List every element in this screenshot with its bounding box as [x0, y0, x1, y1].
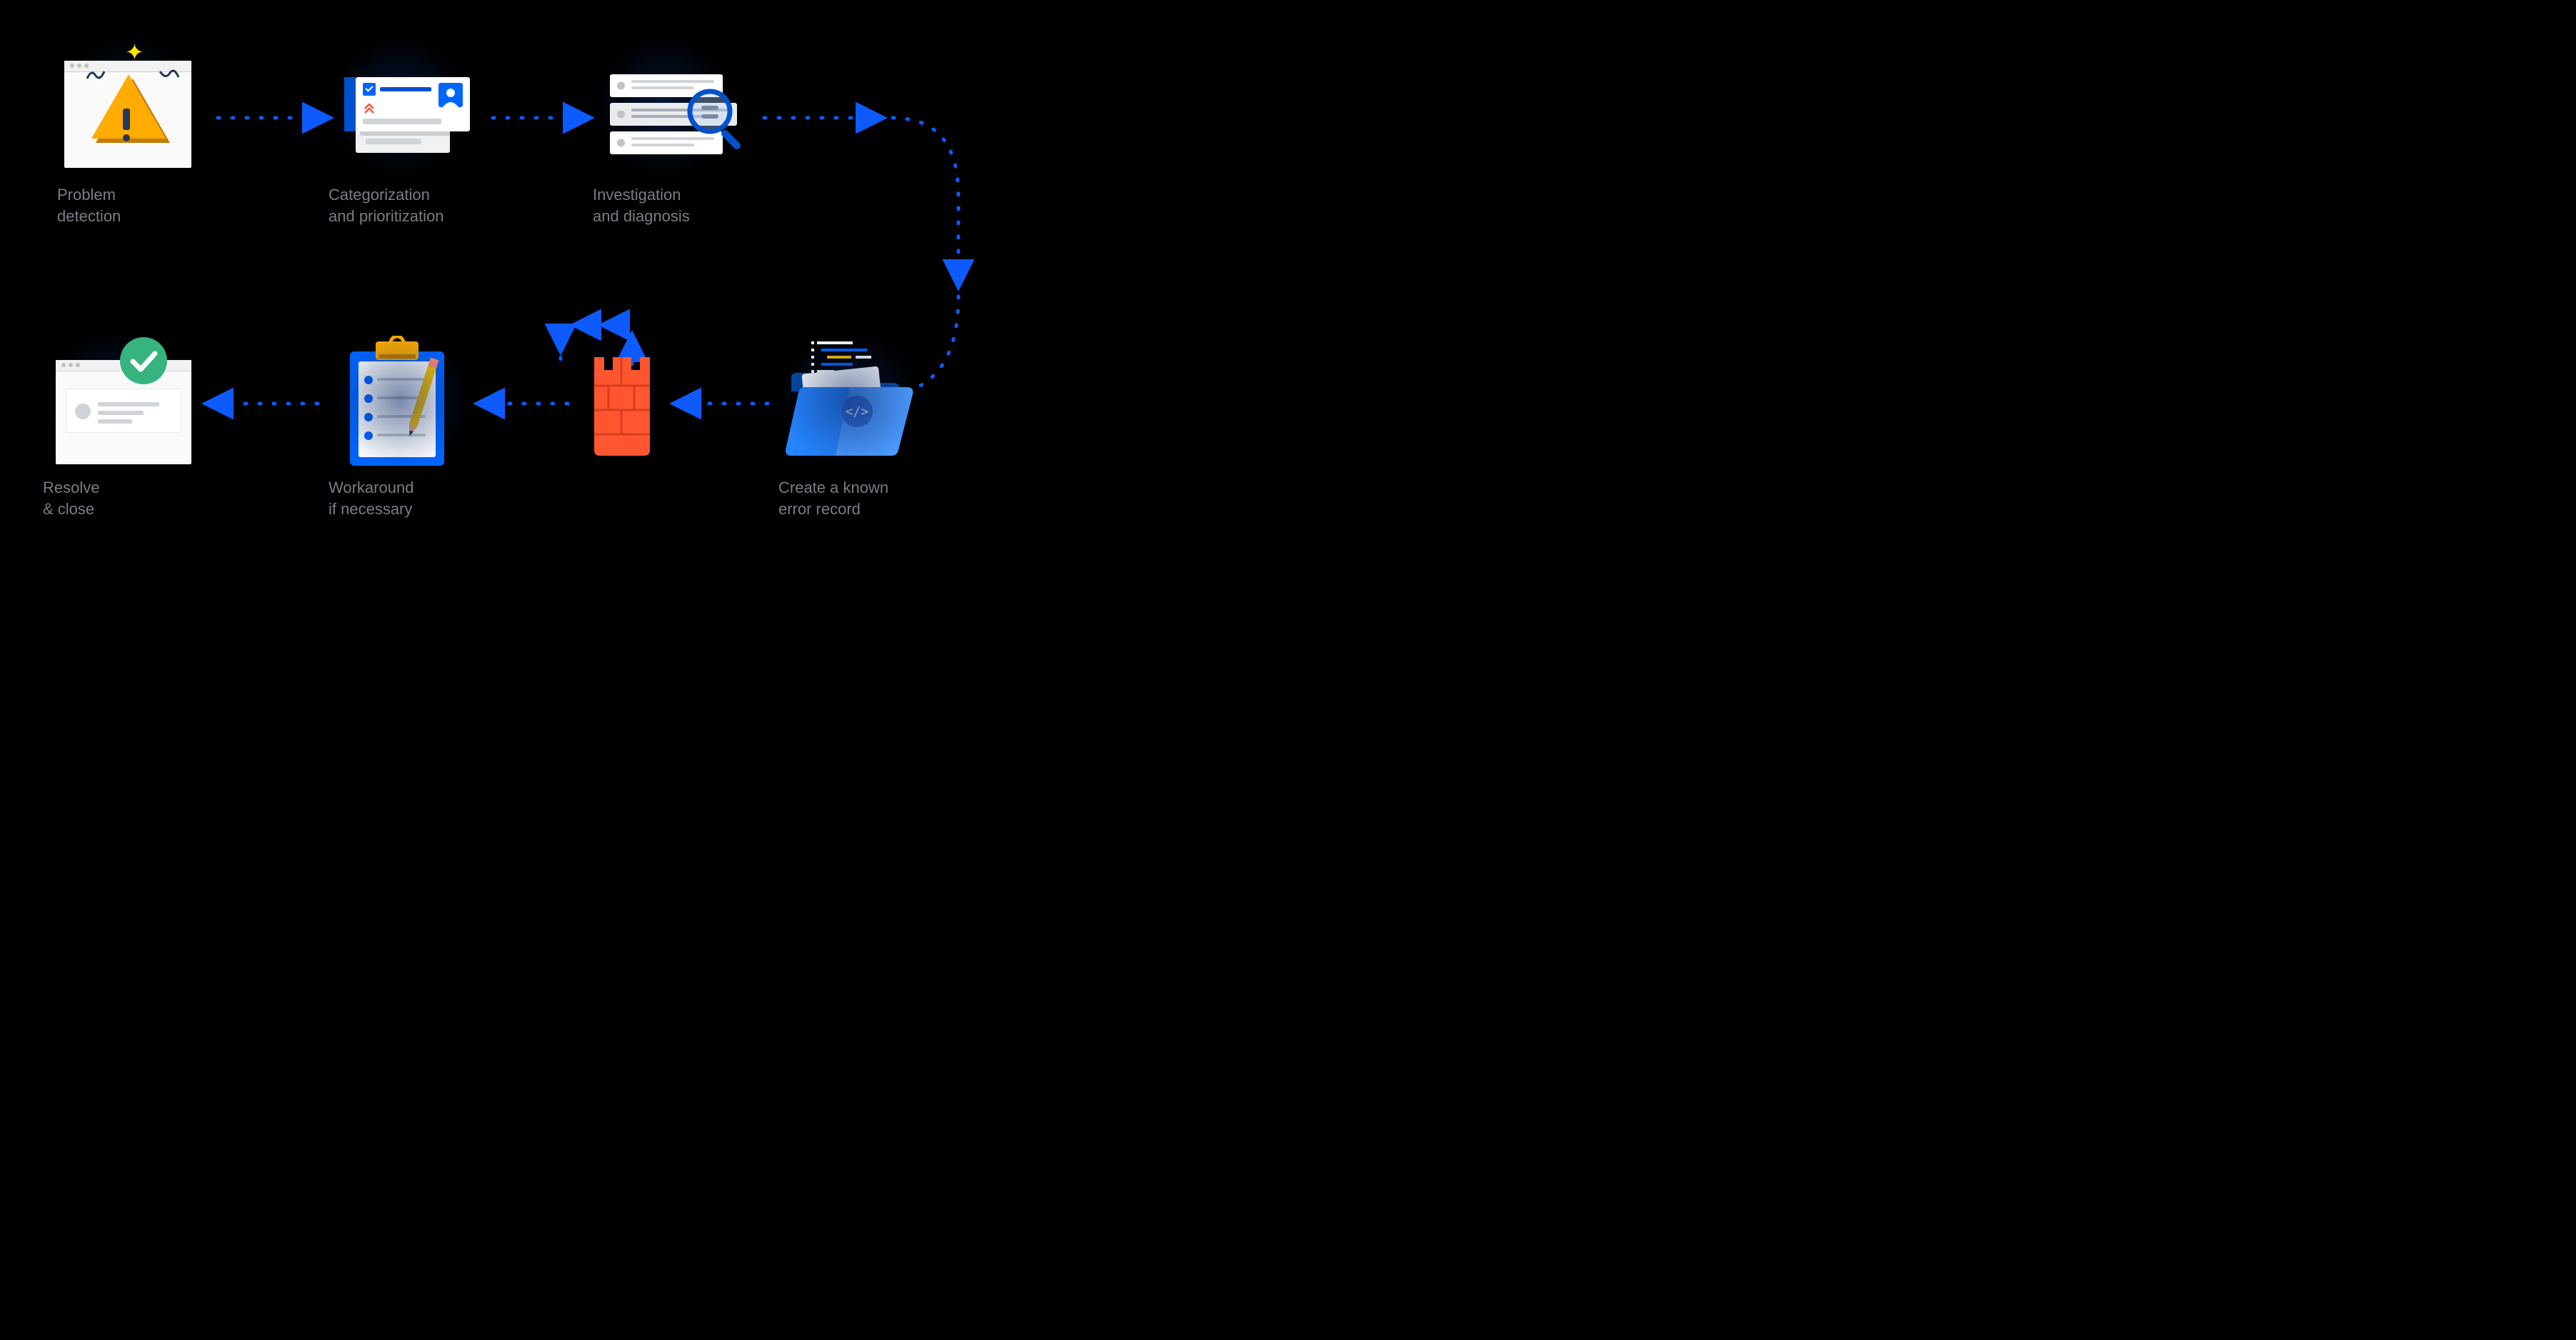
- magnifier-icon: [686, 87, 750, 151]
- clipboard-icon: [329, 336, 471, 464]
- problem-detection-icon: ✦: [57, 43, 200, 171]
- label-line: Workaround: [329, 477, 414, 499]
- check-badge-icon: [117, 334, 170, 387]
- step-error-record: </> Create a known error record: [778, 336, 921, 519]
- resolve-icon: [43, 336, 186, 464]
- step-label: Problem detection: [57, 184, 121, 226]
- investigation-icon: [593, 43, 736, 171]
- categorization-icon: [329, 43, 471, 171]
- step-label: Categorization and prioritization: [329, 184, 443, 226]
- step-label: Resolve & close: [43, 477, 99, 519]
- folder-code-icon: </>: [778, 336, 921, 464]
- label-line: & close: [43, 499, 99, 520]
- step-label: Investigation and diagnosis: [593, 184, 690, 226]
- label-line: Resolve: [43, 477, 99, 499]
- step-label: Create a known error record: [778, 477, 888, 519]
- step-resolve-close: Resolve & close: [43, 336, 186, 519]
- label-line: detection: [57, 206, 121, 227]
- label-line: and prioritization: [329, 206, 443, 227]
- label-line: Create a known: [778, 477, 888, 499]
- label-line: if necessary: [329, 499, 414, 520]
- step-categorization: Categorization and prioritization: [329, 43, 471, 226]
- obstacle-brick-icon: [578, 336, 664, 468]
- step-problem-detection: ✦ Problem detection: [57, 43, 200, 226]
- step-label: Workaround if necessary: [329, 477, 414, 519]
- step-workaround: Workaround if necessary: [329, 336, 471, 519]
- label-line: Categorization: [329, 184, 443, 206]
- step-investigation: Investigation and diagnosis: [593, 43, 736, 226]
- label-line: Problem: [57, 184, 121, 206]
- label-line: Investigation: [593, 184, 690, 206]
- label-line: error record: [778, 499, 888, 520]
- label-line: and diagnosis: [593, 206, 690, 227]
- problem-management-flow: ✦ Problem detection Categorization and p…: [0, 0, 1106, 574]
